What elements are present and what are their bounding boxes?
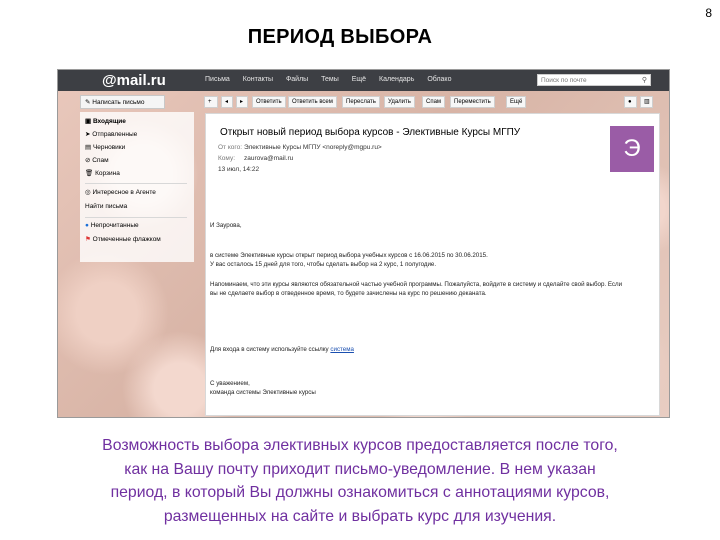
email-paragraph-1: в системе Элективные курсы открыт период…: [210, 252, 488, 259]
folder-trash[interactable]: 🗑 Корзина: [85, 169, 120, 177]
reply-button[interactable]: Ответить: [252, 96, 286, 108]
find-letters-link[interactable]: Найти письма: [85, 203, 127, 210]
reply-all-button[interactable]: Ответить всем: [288, 96, 337, 108]
email-paragraph-2: Напоминаем, что эти курсы являются обяза…: [210, 281, 623, 288]
mail-toolbar: ✎ Написать письмо + ◂ ▸ Ответить Ответит…: [58, 93, 669, 110]
folder-drafts[interactable]: ▤ Черновики: [85, 143, 125, 151]
mail-topbar: @mail.ru Письма Контакты Файлы Темы Ещё …: [58, 70, 669, 91]
prev-arrow-icon[interactable]: ◂: [221, 96, 233, 108]
folder-sidebar: ▣ Входящие ➤ Отправленные ▤ Черновики ⊘ …: [80, 112, 194, 262]
email-greeting: И Заурова,: [210, 222, 242, 229]
nav-calendar[interactable]: Календарь: [379, 76, 414, 83]
mail-logo[interactable]: @mail.ru: [102, 72, 166, 89]
trash-icon: 🗑: [85, 170, 96, 177]
email-signature: С уважением,: [210, 380, 250, 387]
slide-caption: Возможность выбора элективных курсов пре…: [0, 434, 720, 528]
compose-button[interactable]: ✎ Написать письмо: [80, 95, 165, 109]
inbox-icon: ▣: [85, 118, 93, 125]
folder-spam[interactable]: ⊘ Спам: [85, 156, 109, 164]
email-view: Открыт новый период выбора курсов - Элек…: [205, 113, 660, 416]
forward-button[interactable]: Переслать: [342, 96, 380, 108]
theme-icon[interactable]: ▥: [640, 96, 653, 108]
next-arrow-icon[interactable]: ▸: [236, 96, 248, 108]
delete-button[interactable]: Удалить: [384, 96, 415, 108]
email-paragraph-1: У вас осталось 15 дней для того, чтобы с…: [210, 261, 437, 268]
move-button[interactable]: Переместить: [450, 96, 495, 108]
caption-line: как на Вашу почту приходит письмо-уведом…: [124, 460, 596, 478]
email-paragraph-3: Для входа в систему используйте ссылку с…: [210, 346, 354, 353]
email-signature: команда системы Элективные курсы: [210, 389, 316, 396]
settings-icon[interactable]: ●: [624, 96, 637, 108]
drafts-icon: ▤: [85, 144, 93, 151]
email-date: 13 июл, 14:22: [218, 166, 260, 173]
nav-cloud[interactable]: Облако: [427, 76, 451, 83]
nav-topics[interactable]: Темы: [321, 76, 339, 83]
email-to: Кому: zaurova@mail.ru: [218, 155, 294, 162]
add-icon[interactable]: +: [204, 96, 218, 108]
email-subject: Открыт новый период выбора курсов - Элек…: [220, 127, 521, 138]
sidebar-divider: [85, 217, 187, 218]
mail-screenshot: @mail.ru Письма Контакты Файлы Темы Ещё …: [57, 69, 670, 418]
folder-sent[interactable]: ➤ Отправленные: [85, 130, 137, 138]
folder-inbox[interactable]: ▣ Входящие: [85, 117, 126, 125]
nav-files[interactable]: Файлы: [286, 76, 308, 83]
email-from: От кого: Элективные Курсы МГПУ <noreply@m…: [218, 144, 382, 151]
more-button[interactable]: Ещё: [506, 96, 527, 108]
folder-agent[interactable]: ◎ Интересное в Агенте: [85, 188, 156, 196]
caption-line: размещенных на сайте и выбрать курс для …: [163, 507, 557, 525]
caption-line: период, в который Вы должны ознакомиться…: [110, 484, 610, 501]
spam-button[interactable]: Спам: [422, 96, 446, 108]
flag-icon: ⚑: [85, 236, 93, 243]
caption-line: Возможность выбора элективных курсов пре…: [102, 437, 618, 454]
slide-title: ПЕРИОД ВЫБОРА: [247, 26, 433, 48]
sender-avatar: Э: [610, 126, 654, 172]
nav-contacts[interactable]: Контакты: [243, 76, 273, 83]
nav-letters[interactable]: Письма: [205, 76, 230, 83]
email-paragraph-2: вы не сделаете выбор в отведенное время,…: [210, 290, 487, 297]
top-nav: Письма Контакты Файлы Темы Ещё Календарь…: [205, 76, 462, 83]
search-icon[interactable]: ⚲: [642, 76, 647, 84]
search-input[interactable]: Поиск по почте ⚲: [537, 74, 651, 86]
sidebar-divider: [85, 183, 187, 184]
system-link[interactable]: система: [330, 346, 354, 353]
filter-flagged[interactable]: ⚑ Отмеченные флажком: [85, 235, 161, 243]
filter-unread[interactable]: ● Непрочитанные: [85, 222, 139, 229]
slide-number: 8: [705, 6, 712, 20]
nav-more[interactable]: Ещё: [352, 76, 366, 83]
